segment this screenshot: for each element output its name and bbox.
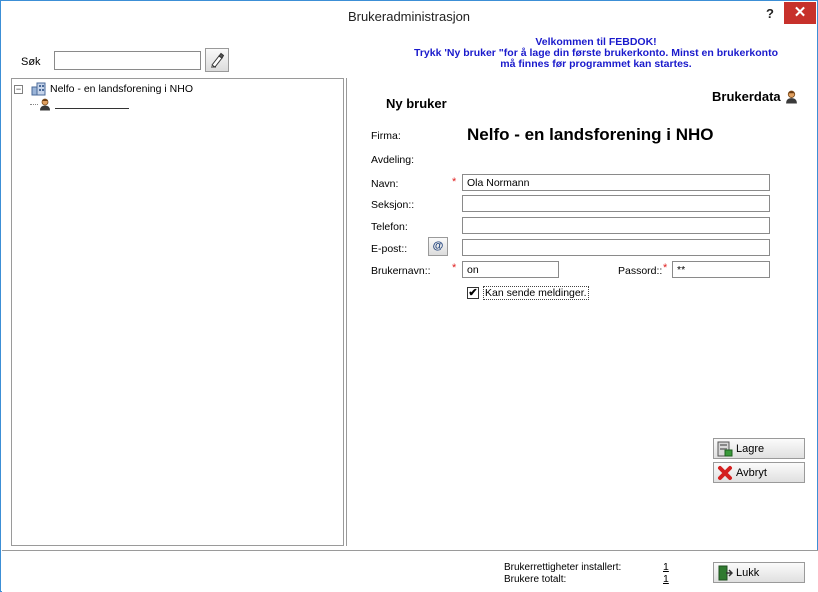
telefon-field[interactable] xyxy=(462,217,770,234)
navn-label: Navn: xyxy=(371,178,399,190)
clear-search-button[interactable] xyxy=(205,48,229,72)
epost-field[interactable] xyxy=(462,239,770,256)
close-button-label: Lukk xyxy=(736,566,760,579)
search-label: Søk xyxy=(21,56,41,68)
tree-collapse-toggle[interactable]: − xyxy=(14,84,23,94)
cancel-button-label: Avbryt xyxy=(736,466,767,479)
help-button[interactable]: ? xyxy=(760,5,780,25)
tree-user-label xyxy=(55,100,129,109)
user-icon xyxy=(40,98,50,111)
close-button[interactable]: Lukk xyxy=(713,562,805,583)
tree-root-node[interactable]: − Nelfo - en landsforening i NHO xyxy=(12,82,193,96)
email-button[interactable]: @ xyxy=(428,237,448,256)
users-total-label: Brukere totalt: xyxy=(504,574,567,585)
rights-installed-value[interactable]: 1 xyxy=(663,561,669,573)
status-bar xyxy=(2,550,818,592)
firma-value: Nelfo - en landsforening i NHO xyxy=(467,125,714,144)
send-messages-checkbox[interactable]: ✔ xyxy=(467,287,479,299)
tree-root-label: Nelfo - en landsforening i NHO xyxy=(50,83,193,95)
organization-icon xyxy=(31,82,46,96)
rights-installed-label: Brukerrettigheter installert: xyxy=(504,562,622,573)
welcome-message: Velkommen til FEBDOK! Trykk 'Ny bruker "… xyxy=(381,37,811,70)
save-button[interactable]: Lagre xyxy=(713,438,805,459)
form-title: Ny bruker xyxy=(386,96,447,111)
save-button-label: Lagre xyxy=(736,442,765,455)
brukernavn-required-mark: * xyxy=(452,262,457,274)
passord-label: Passord:: xyxy=(618,265,663,277)
cancel-button[interactable]: Avbryt xyxy=(713,462,805,483)
epost-label: E-post:: xyxy=(371,243,408,255)
window-title: Brukeradministrasjon xyxy=(347,9,471,24)
form-heading: Brukerdata xyxy=(712,89,798,104)
user-icon xyxy=(785,90,797,103)
seksjon-field[interactable] xyxy=(462,195,770,212)
seksjon-label: Seksjon:: xyxy=(371,199,415,211)
telefon-label: Telefon: xyxy=(371,221,408,233)
users-total-value[interactable]: 1 xyxy=(663,573,669,585)
navn-field[interactable] xyxy=(462,174,770,191)
search-input[interactable] xyxy=(54,51,201,70)
brukernavn-label: Brukernavn:: xyxy=(371,265,431,277)
close-window-button[interactable]: ✕ xyxy=(784,2,816,24)
send-messages-option[interactable]: ✔ Kan sende meldinger. xyxy=(467,286,589,300)
avdeling-label: Avdeling: xyxy=(371,154,415,166)
brukernavn-field[interactable] xyxy=(462,261,559,278)
exit-door-icon xyxy=(718,565,733,580)
passord-field[interactable] xyxy=(672,261,770,278)
passord-required-mark: * xyxy=(663,262,668,274)
welcome-line-3: må finnes før programmet kan startes. xyxy=(500,58,692,70)
user-tree-panel[interactable]: − Nelfo - en landsforening i NHO xyxy=(11,78,344,546)
save-icon xyxy=(717,441,733,456)
title-bar: Brukeradministrasjon ? ✕ xyxy=(1,1,817,31)
navn-required-mark: * xyxy=(452,176,457,188)
send-messages-label[interactable]: Kan sende meldinger. xyxy=(483,286,589,300)
form-heading-label: Brukerdata xyxy=(712,89,781,104)
firma-label: Firma: xyxy=(371,130,401,142)
tree-connector xyxy=(30,104,38,105)
cancel-icon xyxy=(718,465,732,480)
app-window: Brukeradministrasjon ? ✕ Velkommen til F… xyxy=(0,0,818,592)
eraser-icon xyxy=(211,52,225,68)
tree-user-node[interactable] xyxy=(30,98,129,111)
